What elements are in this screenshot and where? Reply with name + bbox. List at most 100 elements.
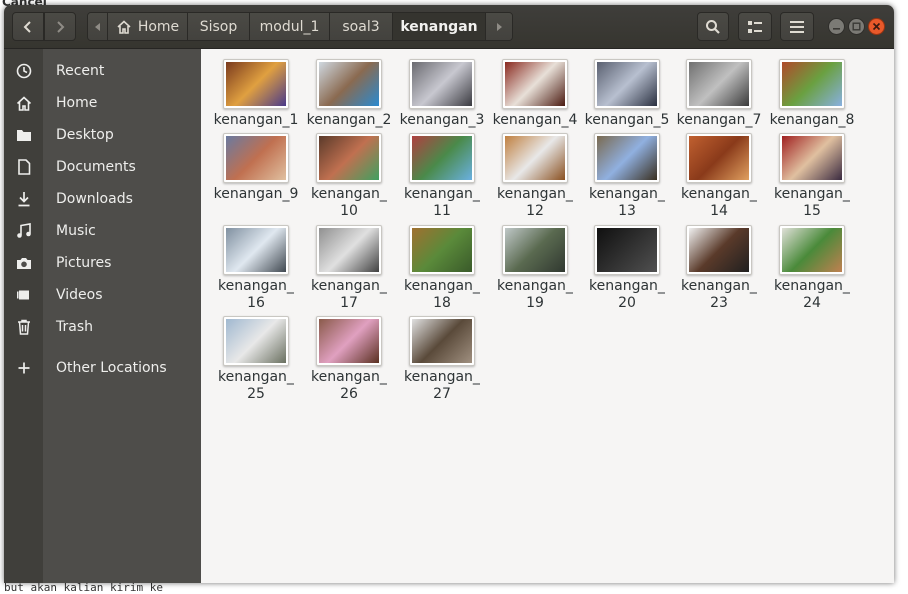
view-toggle-button[interactable]: [738, 12, 772, 41]
file-name-line: kenangan_5: [584, 112, 670, 128]
file-item[interactable]: kenangan_2: [303, 59, 395, 129]
file-item[interactable]: kenangan_ 13: [581, 133, 673, 220]
file-item[interactable]: kenangan_5: [581, 59, 673, 129]
sidebar-item-other-locations[interactable]: Other Locations: [4, 352, 201, 384]
chevron-left-icon: [23, 20, 31, 33]
triangle-left-icon: [94, 22, 100, 31]
file-item[interactable]: kenangan_ 19: [489, 225, 581, 312]
thumbnail-picture: [319, 62, 379, 106]
chevron-right-icon: [57, 20, 65, 33]
sidebar-item-documents[interactable]: Documents: [4, 151, 201, 183]
file-item[interactable]: kenangan_9: [210, 133, 302, 203]
file-name-line: 13: [618, 203, 636, 219]
sidebar-item-label: Pictures: [56, 255, 112, 271]
file-item[interactable]: kenangan_3: [396, 59, 488, 129]
maximize-button[interactable]: [848, 18, 865, 35]
file-item[interactable]: kenangan_ 23: [673, 225, 765, 312]
thumbnail-picture: [226, 62, 286, 106]
breadcrumb-home[interactable]: Home: [108, 13, 188, 40]
file-item[interactable]: kenangan_ 25: [210, 316, 302, 403]
file-item[interactable]: kenangan_8: [766, 59, 858, 129]
file-name: kenangan_ 12: [489, 186, 581, 220]
file-name: kenangan_ 16: [210, 278, 302, 312]
sidebar-item-desktop[interactable]: Desktop: [4, 119, 201, 151]
file-item[interactable]: kenangan_ 16: [210, 225, 302, 312]
file-item[interactable]: kenangan_7: [673, 59, 765, 129]
file-name-line: 15: [803, 203, 821, 219]
file-item[interactable]: kenangan_ 11: [396, 133, 488, 220]
sidebar-item-home[interactable]: Home: [4, 87, 201, 119]
image-thumbnail: [779, 225, 845, 275]
plus-icon: [18, 362, 30, 374]
file-name: kenangan_ 20: [581, 278, 673, 312]
file-name-line: 20: [618, 295, 636, 311]
sidebar-item-music[interactable]: Music: [4, 215, 201, 247]
file-item[interactable]: kenangan_ 27: [396, 316, 488, 403]
sidebar-item-pictures[interactable]: Pictures: [4, 247, 201, 279]
file-item[interactable]: kenangan_1: [210, 59, 302, 129]
image-thumbnail: [594, 133, 660, 183]
sidebar-item-label: Recent: [56, 63, 105, 79]
file-item[interactable]: kenangan_ 15: [766, 133, 858, 220]
file-name: kenangan_8: [766, 112, 858, 129]
file-grid: kenangan_1 kenangan_2 kenangan_3 kenangan_4…: [201, 49, 894, 583]
close-button[interactable]: [868, 18, 885, 35]
sidebar-item-label: Documents: [56, 159, 136, 175]
breadcrumb-kenangan[interactable]: kenangan: [393, 13, 486, 40]
breadcrumb-scroll-right[interactable]: [486, 13, 512, 40]
file-name: kenangan_ 27: [396, 369, 488, 403]
triangle-right-icon: [497, 22, 502, 31]
sidebar-item-recent[interactable]: Recent: [4, 55, 201, 87]
forward-button[interactable]: [44, 12, 76, 41]
breadcrumb-sisop[interactable]: Sisop: [188, 13, 250, 40]
file-name-line: kenangan_: [681, 278, 757, 294]
file-name-line: 11: [433, 203, 451, 219]
image-thumbnail: [223, 316, 289, 366]
file-name-line: 27: [433, 386, 451, 402]
image-thumbnail: [686, 225, 752, 275]
menu-button[interactable]: [780, 12, 814, 41]
file-name: kenangan_7: [673, 112, 765, 129]
file-item[interactable]: kenangan_ 14: [673, 133, 765, 220]
file-name-line: 19: [526, 295, 544, 311]
breadcrumb-modul-1[interactable]: modul_1: [250, 13, 330, 40]
file-item[interactable]: kenangan_ 10: [303, 133, 395, 220]
image-thumbnail: [594, 59, 660, 109]
file-name-line: kenangan_3: [399, 112, 485, 128]
file-item[interactable]: kenangan_ 12: [489, 133, 581, 220]
minimize-button[interactable]: [828, 18, 845, 35]
breadcrumb-soal3[interactable]: soal3: [330, 13, 393, 40]
file-item[interactable]: kenangan_ 24: [766, 225, 858, 312]
sidebar-item-videos[interactable]: Videos: [4, 279, 201, 311]
list-view-icon: [748, 20, 762, 33]
file-name-line: kenangan_: [218, 369, 294, 385]
sidebar-item-downloads[interactable]: Downloads: [4, 183, 201, 215]
thumbnail-picture: [505, 62, 565, 106]
sidebar-item-label: Music: [56, 223, 96, 239]
clock-icon: [16, 63, 32, 79]
sidebar-item-trash[interactable]: Trash: [4, 311, 201, 343]
file-item[interactable]: kenangan_ 18: [396, 225, 488, 312]
file-name-line: 25: [247, 386, 265, 402]
file-name: kenangan_ 24: [766, 278, 858, 312]
breadcrumb-scroll-left[interactable]: [88, 13, 108, 40]
file-name: kenangan_ 11: [396, 186, 488, 220]
breadcrumb: Home Sisop modul_1 soal3 kenangan: [87, 12, 513, 41]
file-name-line: kenangan_: [681, 186, 757, 202]
file-name-line: kenangan_: [404, 369, 480, 385]
file-name-line: kenangan_: [774, 278, 850, 294]
breadcrumb-label: modul_1: [259, 18, 320, 35]
breadcrumb-label: kenangan: [400, 18, 478, 35]
file-item[interactable]: kenangan_ 17: [303, 225, 395, 312]
thumbnail-picture: [226, 319, 286, 363]
file-item[interactable]: kenangan_ 20: [581, 225, 673, 312]
back-button[interactable]: [12, 12, 44, 41]
file-name: kenangan_3: [396, 112, 488, 129]
file-item[interactable]: kenangan_ 26: [303, 316, 395, 403]
image-thumbnail: [409, 133, 475, 183]
thumbnail-picture: [412, 136, 472, 180]
thumbnail-picture: [782, 136, 842, 180]
thumbnail-picture: [597, 136, 657, 180]
file-item[interactable]: kenangan_4: [489, 59, 581, 129]
search-button[interactable]: [697, 12, 729, 41]
